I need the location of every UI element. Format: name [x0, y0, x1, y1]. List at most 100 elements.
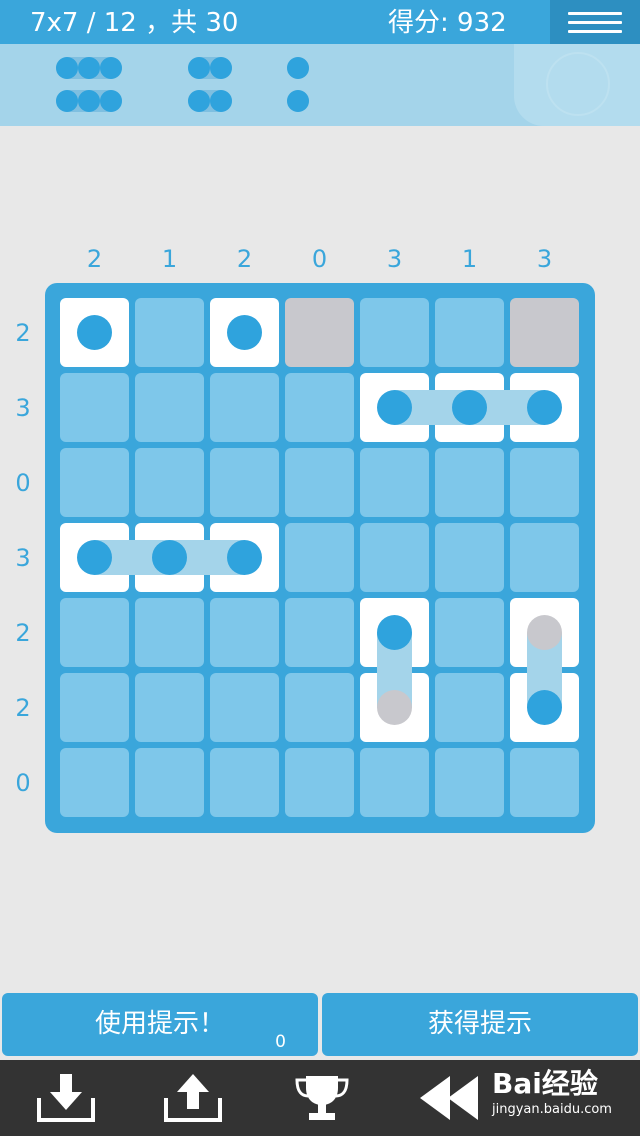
grid-cell[interactable]: [135, 448, 204, 517]
piece-dot: [56, 57, 78, 79]
grid-cell[interactable]: [60, 373, 129, 442]
grid-cell[interactable]: [285, 448, 354, 517]
ship-dot: [527, 690, 562, 725]
ship-dot: [227, 315, 262, 350]
get-hint-button[interactable]: 获得提示: [322, 993, 638, 1056]
piece-length-3[interactable]: [56, 90, 122, 112]
grid-cell[interactable]: [210, 673, 279, 742]
grid-cell[interactable]: [435, 673, 504, 742]
row-hint: 3: [15, 543, 31, 572]
piece-dot: [100, 57, 122, 79]
column-hint: 1: [461, 245, 478, 273]
piece-dot: [78, 57, 100, 79]
upload-button[interactable]: [163, 1072, 223, 1124]
grid-cell[interactable]: [135, 673, 204, 742]
grid-cell[interactable]: [60, 448, 129, 517]
ship-dot: [452, 390, 487, 425]
rewind-icon: [420, 1076, 478, 1120]
grid-cell[interactable]: [60, 673, 129, 742]
ship-dot: [377, 390, 412, 425]
get-hint-label: 获得提示: [427, 1009, 532, 1039]
piece-dot: [210, 90, 232, 112]
grid-cell[interactable]: [435, 748, 504, 817]
download-icon: [37, 1074, 95, 1122]
row-hint: 2: [15, 318, 31, 347]
grid-cell[interactable]: [135, 298, 204, 367]
grid-cell[interactable]: [510, 448, 579, 517]
row-hint: 0: [15, 768, 31, 797]
row-hint: 3: [15, 393, 31, 422]
row-hint: 2: [15, 618, 31, 647]
upload-icon: [164, 1074, 222, 1122]
trophy-button[interactable]: [292, 1072, 352, 1124]
piece-dot: [78, 90, 100, 112]
grid-cell[interactable]: [435, 598, 504, 667]
piece-dot: [188, 57, 210, 79]
column-hint: 3: [386, 245, 403, 273]
grid-cell[interactable]: [60, 598, 129, 667]
column-hint: 2: [236, 245, 253, 273]
grid-cell[interactable]: [360, 298, 429, 367]
ship-dot: [527, 390, 562, 425]
grid-cell[interactable]: [135, 373, 204, 442]
grid-cell[interactable]: [135, 598, 204, 667]
grid-cell[interactable]: [510, 523, 579, 592]
piece-dot: [287, 90, 309, 112]
hint-count: 0: [275, 1032, 286, 1052]
use-hint-button[interactable]: 使用提示！ 0: [2, 993, 318, 1056]
grid-cell[interactable]: [60, 748, 129, 817]
grid-cell[interactable]: [435, 298, 504, 367]
piece-length-1[interactable]: [287, 90, 309, 112]
grid-cell[interactable]: [135, 748, 204, 817]
watermark-url: jingyan.baidu.com: [492, 1102, 612, 1117]
empty-ship-dot: [527, 615, 562, 650]
empty-ship-dot: [377, 690, 412, 725]
ship-dot: [77, 315, 112, 350]
grid-cell[interactable]: [210, 748, 279, 817]
blocked-cell[interactable]: [285, 298, 354, 367]
watermark-logo-text: Bai经验: [492, 1067, 598, 1100]
puzzle-board: [45, 283, 595, 833]
blocked-cell[interactable]: [510, 298, 579, 367]
use-hint-label: 使用提示！: [94, 1009, 225, 1039]
menu-icon: [568, 12, 622, 15]
grid-cell[interactable]: [210, 448, 279, 517]
column-hint: 2: [86, 245, 103, 273]
trophy-icon: [295, 1076, 349, 1120]
level-indicator: 7x7 / 12 ，共 30: [30, 8, 239, 38]
rewind-button[interactable]: [418, 1072, 484, 1124]
grid-cell[interactable]: [360, 448, 429, 517]
piece-length-2[interactable]: [188, 90, 232, 112]
grid-cell[interactable]: [210, 373, 279, 442]
piece-length-2[interactable]: [188, 57, 232, 79]
grid-cell[interactable]: [285, 748, 354, 817]
piece-dot: [188, 90, 210, 112]
ship-dot: [377, 615, 412, 650]
score-display: 得分: 932: [388, 8, 507, 38]
column-hint: 0: [311, 245, 328, 273]
grid-cell[interactable]: [360, 748, 429, 817]
grid-cell[interactable]: [285, 373, 354, 442]
grid-cell[interactable]: [285, 673, 354, 742]
grid-cell[interactable]: [285, 523, 354, 592]
piece-dot: [287, 57, 309, 79]
download-button[interactable]: [36, 1072, 96, 1124]
piece-dot: [100, 90, 122, 112]
grid-cell[interactable]: [285, 598, 354, 667]
ship-dot: [77, 540, 112, 575]
piece-length-1[interactable]: [287, 57, 309, 79]
decorative-ring: [546, 52, 610, 116]
top-bar: 7x7 / 12 ，共 30 得分: 932: [0, 0, 640, 44]
piece-length-3[interactable]: [56, 57, 122, 79]
grid-cell[interactable]: [435, 523, 504, 592]
grid-cell[interactable]: [360, 523, 429, 592]
grid-cell[interactable]: [435, 448, 504, 517]
piece-dot: [210, 57, 232, 79]
row-hint: 0: [15, 468, 31, 497]
piece-dot: [56, 90, 78, 112]
menu-button[interactable]: [550, 0, 640, 44]
row-hint: 2: [15, 693, 31, 722]
grid-cell[interactable]: [510, 748, 579, 817]
ship-dot: [227, 540, 262, 575]
grid-cell[interactable]: [210, 598, 279, 667]
